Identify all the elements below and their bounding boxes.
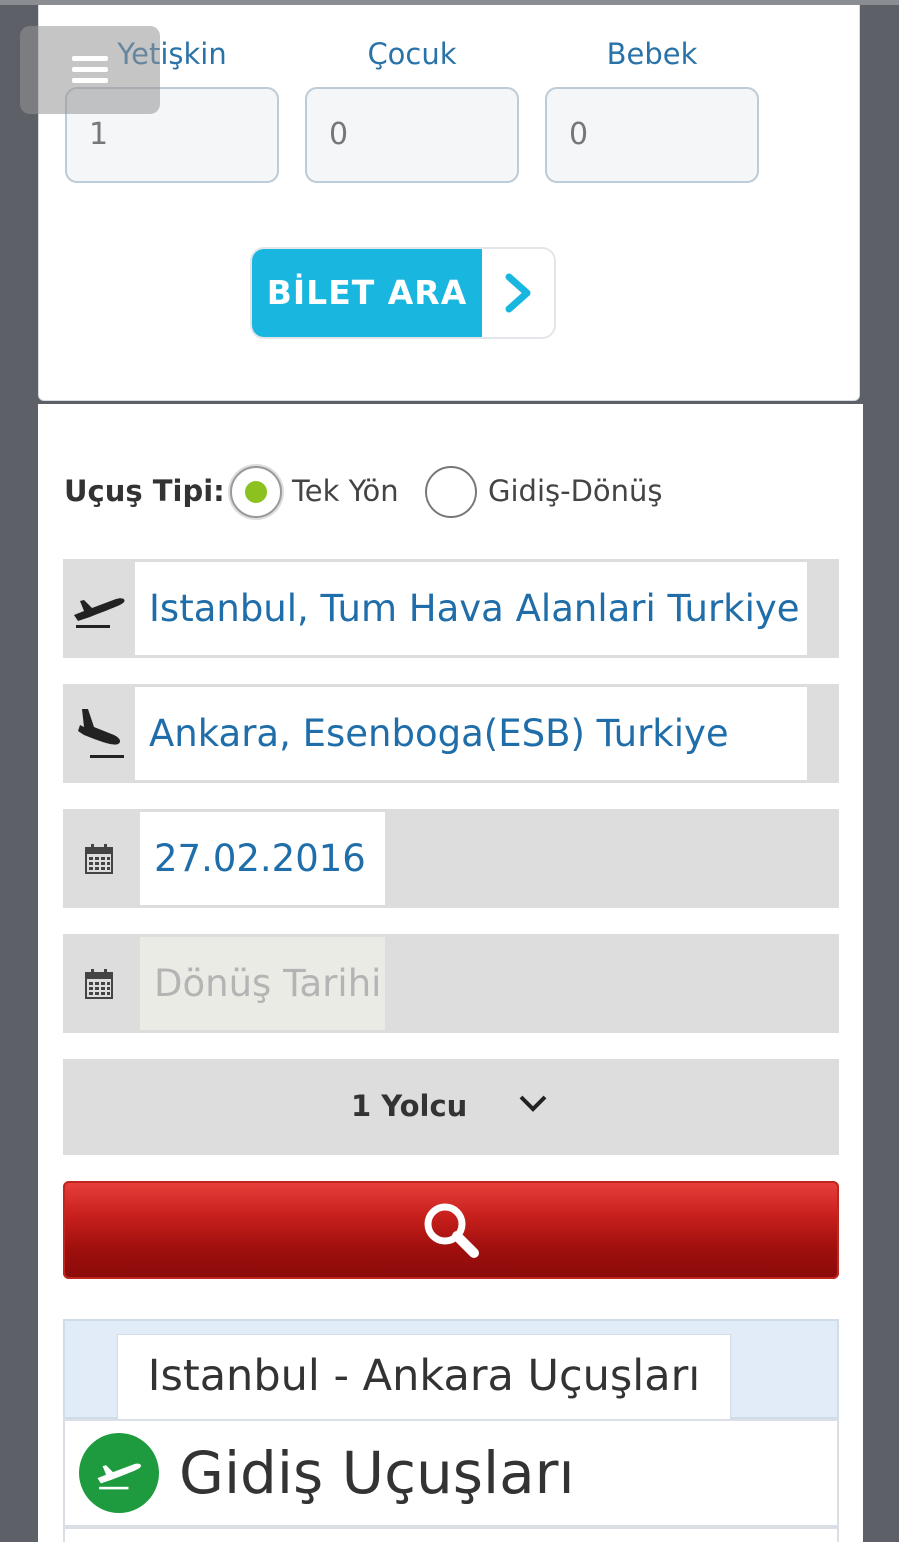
return-date-input[interactable]: Dönüş Tarihi	[140, 937, 385, 1030]
outbound-title: Gidiş Uçuşları	[179, 1439, 575, 1507]
bilet-ara-label: BİLET ARA	[252, 249, 482, 337]
results-list-start	[63, 1527, 839, 1542]
plane-icon	[79, 1433, 159, 1513]
depart-date-input[interactable]: 27.02.2016	[140, 812, 385, 905]
outbound-section-header: Gidiş Uçuşları	[63, 1419, 839, 1527]
landing-icon	[63, 684, 135, 783]
calendar-icon	[63, 809, 135, 908]
passenger-card: Yetişkin Çocuk Bebek 1 0 0 BİLET ARA	[38, 5, 860, 401]
flight-type-label: Uçuş Tipi:	[64, 474, 225, 508]
origin-field[interactable]: Istanbul, Tum Hava Alanlari Turkiye	[63, 559, 839, 658]
chevron-right-icon	[482, 249, 554, 337]
radio-round-trip-label[interactable]: Gidiş-Dönüş	[488, 474, 663, 508]
depart-date-field[interactable]: 27.02.2016	[63, 809, 839, 908]
takeoff-icon	[63, 559, 135, 658]
infant-input[interactable]: 0	[545, 87, 759, 183]
calendar-icon	[63, 934, 135, 1033]
child-input[interactable]: 0	[305, 87, 519, 183]
passenger-dropdown[interactable]: 1 Yolcu	[63, 1059, 839, 1155]
bilet-ara-button[interactable]: BİLET ARA	[250, 247, 556, 339]
child-label: Çocuk	[367, 37, 457, 71]
search-icon	[424, 1203, 479, 1258]
destination-field[interactable]: Ankara, Esenboga(ESB) Turkiye	[63, 684, 839, 783]
results-header: Istanbul - Ankara Uçuşları	[63, 1319, 839, 1419]
radio-round-trip[interactable]	[425, 466, 477, 518]
destination-input[interactable]: Ankara, Esenboga(ESB) Turkiye	[135, 687, 807, 780]
return-date-field[interactable]: Dönüş Tarihi	[63, 934, 839, 1033]
chevron-down-icon	[518, 1093, 548, 1117]
results-title: Istanbul - Ankara Uçuşları	[117, 1334, 731, 1419]
infant-label: Bebek	[606, 37, 698, 71]
search-button[interactable]	[63, 1181, 839, 1279]
menu-button[interactable]	[20, 26, 160, 114]
origin-input[interactable]: Istanbul, Tum Hava Alanlari Turkiye	[135, 562, 807, 655]
radio-one-way[interactable]	[230, 466, 282, 518]
radio-one-way-label[interactable]: Tek Yön	[292, 474, 399, 508]
passenger-summary: 1 Yolcu	[351, 1089, 468, 1123]
